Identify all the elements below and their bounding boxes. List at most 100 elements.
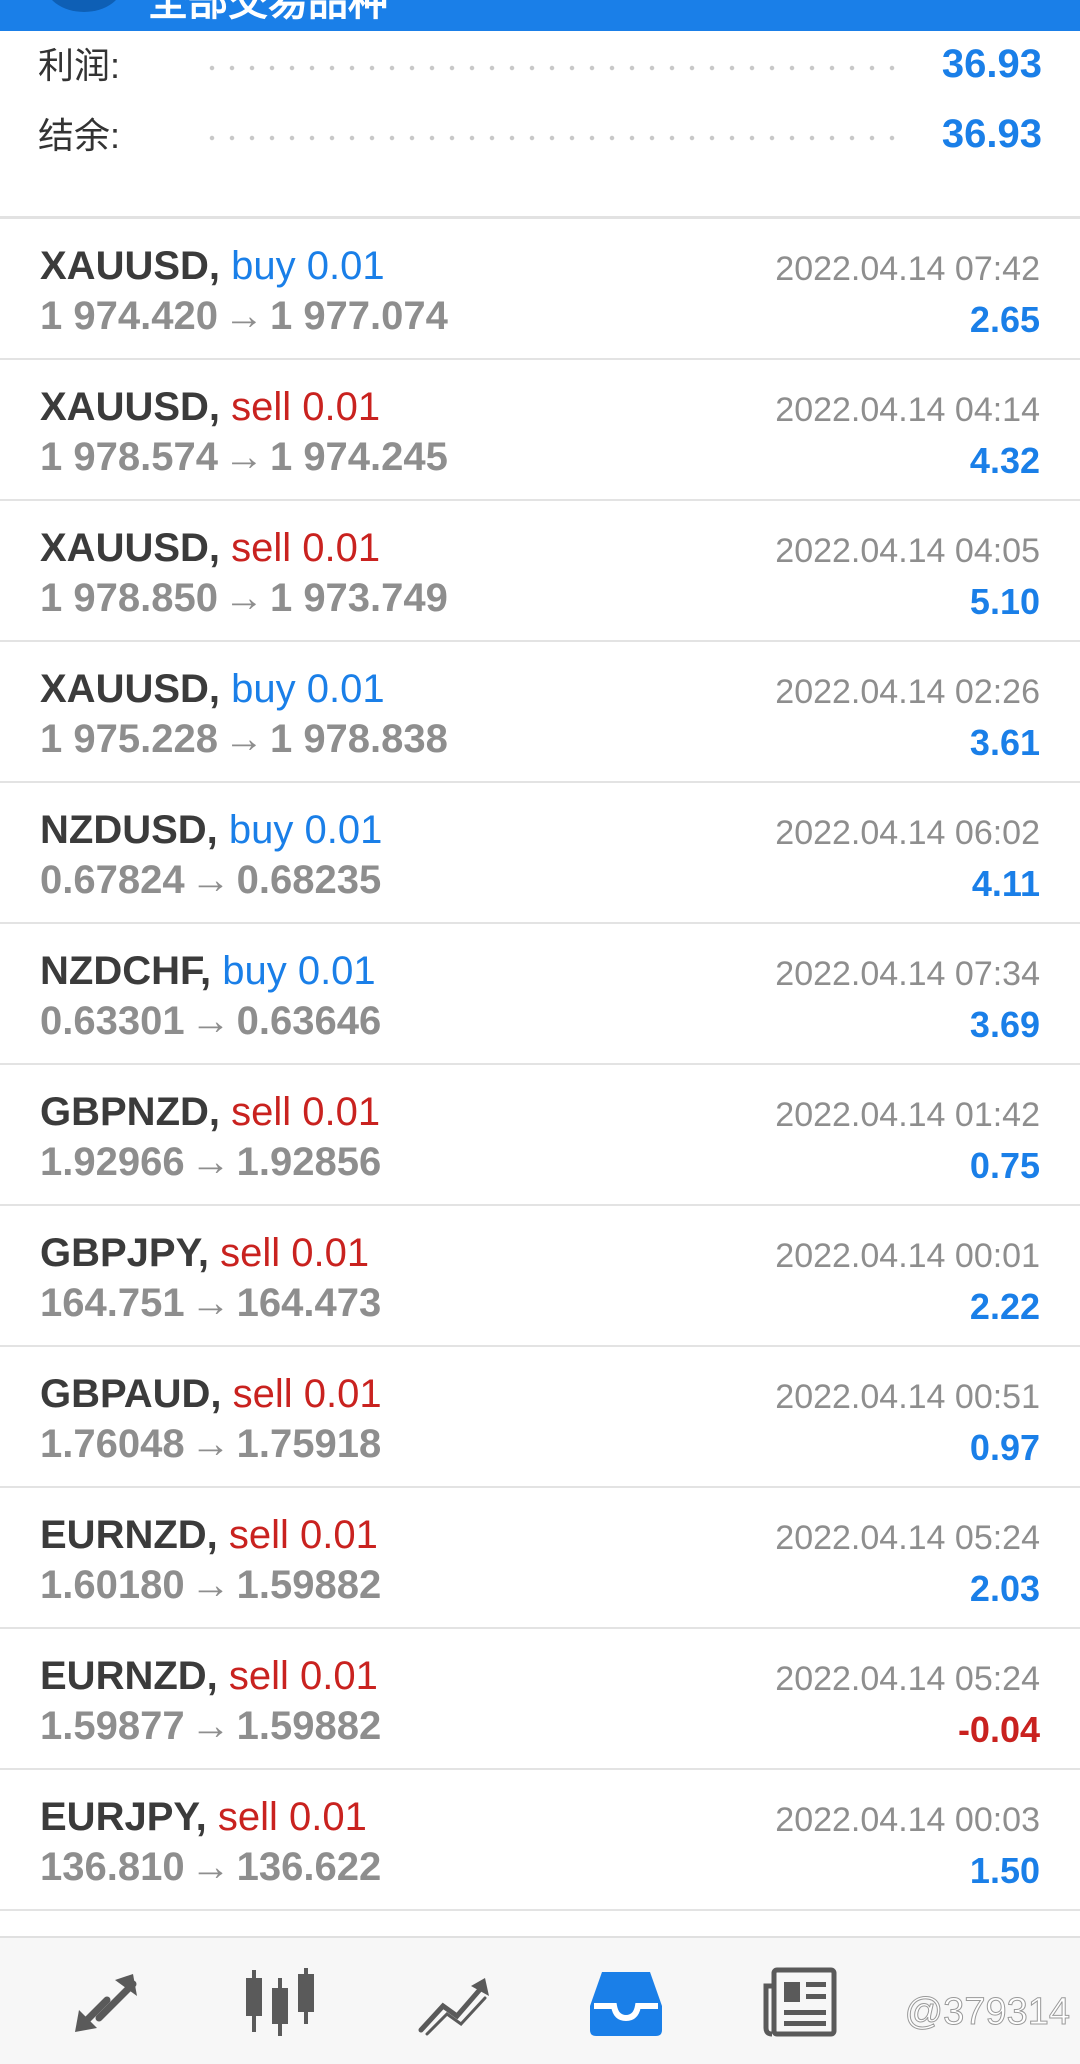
open-price: 1.60180 <box>40 1563 185 1607</box>
open-price: 0.63301 <box>40 999 185 1043</box>
trade-side-volume: sell 0.01 <box>220 1231 370 1275</box>
open-price: 136.810 <box>40 1845 185 1889</box>
close-price: 0.68235 <box>236 858 382 902</box>
trade-prices: 0.63301 → 0.63646 <box>40 998 381 1044</box>
trade-symbol: EURJPY, <box>40 1795 207 1839</box>
trade-profit: 4.11 <box>971 863 1040 904</box>
arrow-right-icon: → <box>223 717 264 761</box>
open-price: 1.76048 <box>40 1422 185 1466</box>
close-price: 1.59882 <box>236 1704 382 1748</box>
trade-row[interactable]: EURNZD, sell 0.01 1.60180 → 1.59882 2022.04.… <box>0 1488 1080 1629</box>
trade-profit: 2.65 <box>969 299 1040 340</box>
dotted-leader <box>202 65 902 71</box>
tab-history[interactable] <box>586 1966 666 2038</box>
arrow-right-icon: → <box>223 294 264 338</box>
tab-chart[interactable] <box>240 1966 320 2038</box>
summary-panel: 利润: 36.93 结余: 36.93 <box>0 31 1080 219</box>
trade-symbol: GBPJPY, <box>40 1231 209 1275</box>
trade-title: EURNZD, sell 0.01 <box>40 1512 378 1558</box>
trade-profit: 4.32 <box>969 440 1040 481</box>
close-price: 1 973.749 <box>269 576 448 620</box>
profit-row: 利润: 36.93 <box>0 31 1080 101</box>
open-price: 0.67824 <box>40 858 185 902</box>
trade-symbol: XAUUSD, <box>40 667 221 711</box>
profit-value: 36.93 <box>941 42 1042 86</box>
trade-prices: 0.67824 → 0.68235 <box>40 857 381 903</box>
balance-row: 结余: 36.93 <box>0 101 1080 171</box>
trade-time: 2022.04.14 00:51 <box>775 1378 1040 1416</box>
open-price: 1 978.850 <box>40 576 218 620</box>
trade-prices: 1 978.574 → 1 974.245 <box>40 434 448 480</box>
tab-news[interactable] <box>760 1966 840 2038</box>
trade-row[interactable]: NZDUSD, buy 0.01 0.67824 → 0.68235 2022.04.1… <box>0 783 1080 924</box>
open-price: 164.751 <box>40 1281 185 1325</box>
trade-profit: 3.69 <box>969 1004 1040 1045</box>
trade-row[interactable]: EURNZD, sell 0.01 1.59877 → 1.59882 2022.04.… <box>0 1629 1080 1770</box>
profit-label: 利润: <box>38 45 121 86</box>
trade-row[interactable]: EURJPY, sell 0.01 136.810 → 136.622 2022.04.… <box>0 1770 1080 1911</box>
close-price: 1 974.245 <box>269 435 448 479</box>
trade-row[interactable]: GBPJPY, sell 0.01 164.751 → 164.473 2022.04.… <box>0 1206 1080 1347</box>
trade-side-volume: buy 0.01 <box>228 808 383 852</box>
trade-title: EURJPY, sell 0.01 <box>40 1794 367 1840</box>
tab-quotes[interactable] <box>67 1966 147 2038</box>
trade-history-list[interactable]: XAUUSD, buy 0.01 1 974.420 → 1 977.074 2022.… <box>0 219 1080 1911</box>
trade-time: 2022.04.14 06:02 <box>775 814 1040 852</box>
top-app-bar: 全部交易品种 <box>0 0 1080 31</box>
trade-side-volume: buy 0.01 <box>231 244 385 288</box>
trade-prices: 136.810 → 136.622 <box>40 1844 381 1890</box>
trade-time: 2022.04.14 02:26 <box>775 673 1040 711</box>
trade-title: GBPAUD, sell 0.01 <box>40 1371 382 1417</box>
arrow-right-icon: → <box>190 1563 231 1607</box>
trade-profit: 2.22 <box>969 1286 1040 1327</box>
trade-side-volume: buy 0.01 <box>231 667 385 711</box>
trade-row[interactable]: GBPAUD, sell 0.01 1.76048 → 1.75918 2022.04.… <box>0 1347 1080 1488</box>
trade-title: GBPNZD, sell 0.01 <box>40 1089 380 1135</box>
trade-prices: 1 974.420 → 1 977.074 <box>40 293 448 339</box>
trade-side-volume: sell 0.01 <box>231 385 381 429</box>
trade-profit: -0.04 <box>957 1709 1040 1750</box>
trade-title: NZDCHF, buy 0.01 <box>40 948 376 994</box>
account-avatar[interactable] <box>44 0 124 12</box>
trade-row[interactable]: XAUUSD, buy 0.01 1 974.420 → 1 977.074 2022.… <box>0 219 1080 360</box>
close-price: 164.473 <box>236 1281 382 1325</box>
close-price: 1 977.074 <box>269 294 448 338</box>
tab-trade[interactable] <box>413 1966 493 2038</box>
trade-prices: 1.92966 → 1.92856 <box>40 1139 381 1185</box>
open-price: 1.59877 <box>40 1704 185 1748</box>
trade-time: 2022.04.14 04:14 <box>775 391 1040 429</box>
trade-side-volume: sell 0.01 <box>231 526 381 570</box>
trade-symbol: XAUUSD, <box>40 385 221 429</box>
arrow-right-icon: → <box>190 1845 231 1889</box>
trade-time: 2022.04.14 05:24 <box>775 1660 1040 1698</box>
trade-prices: 1.59877 → 1.59882 <box>40 1703 381 1749</box>
trade-profit: 2.03 <box>969 1568 1040 1609</box>
close-price: 1.59882 <box>236 1563 382 1607</box>
trade-symbol: XAUUSD, <box>40 526 221 570</box>
close-price: 136.622 <box>236 1845 382 1889</box>
trade-prices: 1.60180 → 1.59882 <box>40 1562 381 1608</box>
close-price: 0.63646 <box>236 999 382 1043</box>
dotted-leader <box>202 135 902 141</box>
arrow-right-icon: → <box>190 858 231 902</box>
trade-row[interactable]: XAUUSD, buy 0.01 1 975.228 → 1 978.838 2022.… <box>0 642 1080 783</box>
trade-profit: 5.10 <box>969 581 1040 622</box>
balance-value: 36.93 <box>941 112 1042 156</box>
trade-symbol: NZDUSD, <box>40 808 218 852</box>
trade-time: 2022.04.14 00:03 <box>775 1801 1040 1839</box>
trade-profit: 1.50 <box>969 1850 1040 1891</box>
trade-profit: 3.61 <box>969 722 1040 763</box>
trade-row[interactable]: GBPNZD, sell 0.01 1.92966 → 1.92856 2022.04.… <box>0 1065 1080 1206</box>
bottom-tab-bar: @379314 <box>0 1936 1080 2064</box>
trade-time: 2022.04.14 07:34 <box>775 955 1040 993</box>
trade-side-volume: sell 0.01 <box>228 1513 378 1557</box>
trade-row[interactable]: XAUUSD, sell 0.01 1 978.574 → 1 974.245 2022… <box>0 360 1080 501</box>
open-price: 1.92966 <box>40 1140 185 1184</box>
trade-row[interactable]: XAUUSD, sell 0.01 1 978.850 → 1 973.749 2022… <box>0 501 1080 642</box>
trade-symbol: GBPNZD, <box>40 1090 220 1134</box>
trade-title: XAUUSD, buy 0.01 <box>40 666 385 712</box>
trade-row[interactable]: NZDCHF, buy 0.01 0.63301 → 0.63646 2022.04.1… <box>0 924 1080 1065</box>
trade-symbol: NZDCHF, <box>40 949 212 993</box>
trade-chart-icon <box>418 1978 489 2036</box>
trade-title: GBPJPY, sell 0.01 <box>40 1230 369 1276</box>
